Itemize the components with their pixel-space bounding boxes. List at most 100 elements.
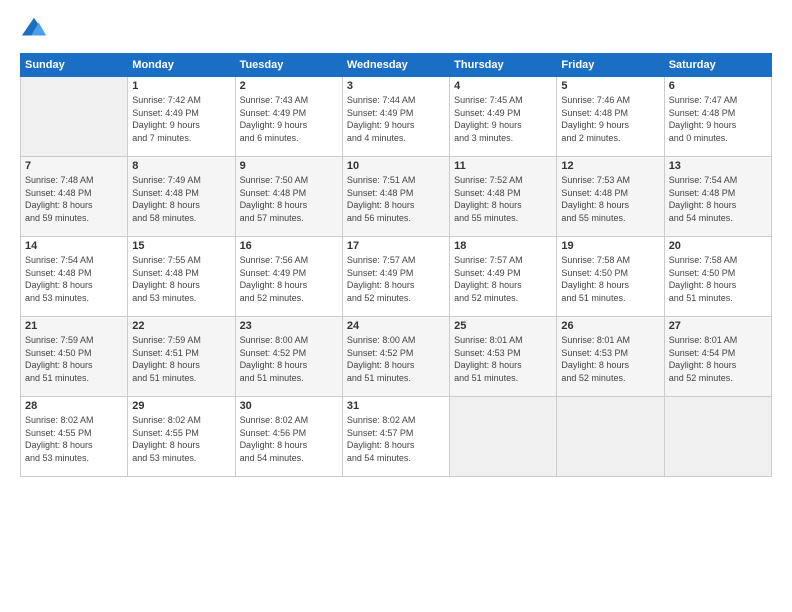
day-number: 27	[669, 320, 767, 332]
day-info: Sunrise: 7:51 AM Sunset: 4:48 PM Dayligh…	[347, 174, 445, 224]
day-cell: 27 Sunrise: 8:01 AM Sunset: 4:54 PM Dayli…	[664, 317, 771, 397]
day-number: 1	[132, 80, 230, 92]
day-number: 4	[454, 80, 552, 92]
day-cell: 20 Sunrise: 7:58 AM Sunset: 4:50 PM Dayli…	[664, 237, 771, 317]
day-info: Sunrise: 8:00 AM Sunset: 4:52 PM Dayligh…	[240, 334, 338, 384]
day-cell: 1 Sunrise: 7:42 AM Sunset: 4:49 PM Daylig…	[128, 77, 235, 157]
week-row: 21 Sunrise: 7:59 AM Sunset: 4:50 PM Dayli…	[21, 317, 772, 397]
logo-icon	[20, 15, 48, 43]
day-cell: 19Sunrise: 7:58 AM Sunset: 4:50 PM Dayli…	[557, 237, 664, 317]
day-cell: 22Sunrise: 7:59 AM Sunset: 4:51 PM Dayli…	[128, 317, 235, 397]
day-info: Sunrise: 8:02 AM Sunset: 4:55 PM Dayligh…	[132, 414, 230, 464]
day-info: Sunrise: 7:58 AM Sunset: 4:50 PM Dayligh…	[561, 254, 659, 304]
header-cell-thursday: Thursday	[450, 54, 557, 77]
day-number: 26	[561, 320, 659, 332]
day-number: 5	[561, 80, 659, 92]
day-info: Sunrise: 8:02 AM Sunset: 4:56 PM Dayligh…	[240, 414, 338, 464]
day-number: 17	[347, 240, 445, 252]
day-info: Sunrise: 7:59 AM Sunset: 4:50 PM Dayligh…	[25, 334, 123, 384]
week-row: 1 Sunrise: 7:42 AM Sunset: 4:49 PM Daylig…	[21, 77, 772, 157]
day-info: Sunrise: 7:58 AM Sunset: 4:50 PM Dayligh…	[669, 254, 767, 304]
day-cell: 16 Sunrise: 7:56 AM Sunset: 4:49 PM Dayli…	[235, 237, 342, 317]
day-info: Sunrise: 7:45 AM Sunset: 4:49 PM Dayligh…	[454, 94, 552, 144]
day-info: Sunrise: 7:56 AM Sunset: 4:49 PM Dayligh…	[240, 254, 338, 304]
day-number: 3	[347, 80, 445, 92]
calendar-header: SundayMondayTuesdayWednesdayThursdayFrid…	[21, 54, 772, 77]
day-number: 11	[454, 160, 552, 172]
day-number: 18	[454, 240, 552, 252]
day-number: 29	[132, 400, 230, 412]
week-row: 14Sunrise: 7:54 AM Sunset: 4:48 PM Dayli…	[21, 237, 772, 317]
day-cell: 11 Sunrise: 7:52 AM Sunset: 4:48 PM Dayli…	[450, 157, 557, 237]
day-number: 25	[454, 320, 552, 332]
day-number: 23	[240, 320, 338, 332]
day-info: Sunrise: 7:57 AM Sunset: 4:49 PM Dayligh…	[347, 254, 445, 304]
day-info: Sunrise: 7:53 AM Sunset: 4:48 PM Dayligh…	[561, 174, 659, 224]
header-cell-friday: Friday	[557, 54, 664, 77]
calendar-table: SundayMondayTuesdayWednesdayThursdayFrid…	[20, 53, 772, 477]
day-cell: 13 Sunrise: 7:54 AM Sunset: 4:48 PM Dayli…	[664, 157, 771, 237]
day-info: Sunrise: 8:01 AM Sunset: 4:53 PM Dayligh…	[561, 334, 659, 384]
day-info: Sunrise: 7:42 AM Sunset: 4:49 PM Dayligh…	[132, 94, 230, 144]
day-cell	[664, 397, 771, 477]
day-number: 30	[240, 400, 338, 412]
day-cell: 14Sunrise: 7:54 AM Sunset: 4:48 PM Dayli…	[21, 237, 128, 317]
day-cell: 21 Sunrise: 7:59 AM Sunset: 4:50 PM Dayli…	[21, 317, 128, 397]
day-number: 9	[240, 160, 338, 172]
day-info: Sunrise: 7:43 AM Sunset: 4:49 PM Dayligh…	[240, 94, 338, 144]
day-cell	[21, 77, 128, 157]
header-cell-sunday: Sunday	[21, 54, 128, 77]
day-cell: 9 Sunrise: 7:50 AM Sunset: 4:48 PM Daylig…	[235, 157, 342, 237]
day-cell: 2 Sunrise: 7:43 AM Sunset: 4:49 PM Daylig…	[235, 77, 342, 157]
day-info: Sunrise: 7:48 AM Sunset: 4:48 PM Dayligh…	[25, 174, 123, 224]
day-cell: 24Sunrise: 8:00 AM Sunset: 4:52 PM Dayli…	[342, 317, 449, 397]
header-cell-wednesday: Wednesday	[342, 54, 449, 77]
day-info: Sunrise: 7:54 AM Sunset: 4:48 PM Dayligh…	[669, 174, 767, 224]
day-cell: 23 Sunrise: 8:00 AM Sunset: 4:52 PM Dayli…	[235, 317, 342, 397]
header-cell-saturday: Saturday	[664, 54, 771, 77]
day-cell: 31Sunrise: 8:02 AM Sunset: 4:57 PM Dayli…	[342, 397, 449, 477]
day-info: Sunrise: 7:49 AM Sunset: 4:48 PM Dayligh…	[132, 174, 230, 224]
day-info: Sunrise: 7:54 AM Sunset: 4:48 PM Dayligh…	[25, 254, 123, 304]
calendar-body: 1 Sunrise: 7:42 AM Sunset: 4:49 PM Daylig…	[21, 77, 772, 477]
day-number: 2	[240, 80, 338, 92]
day-cell: 26 Sunrise: 8:01 AM Sunset: 4:53 PM Dayli…	[557, 317, 664, 397]
day-number: 24	[347, 320, 445, 332]
day-info: Sunrise: 7:57 AM Sunset: 4:49 PM Dayligh…	[454, 254, 552, 304]
day-info: Sunrise: 7:44 AM Sunset: 4:49 PM Dayligh…	[347, 94, 445, 144]
day-cell: 5Sunrise: 7:46 AM Sunset: 4:48 PM Daylig…	[557, 77, 664, 157]
day-cell	[557, 397, 664, 477]
header-cell-tuesday: Tuesday	[235, 54, 342, 77]
page-header	[20, 15, 772, 43]
day-number: 28	[25, 400, 123, 412]
day-info: Sunrise: 8:01 AM Sunset: 4:54 PM Dayligh…	[669, 334, 767, 384]
day-number: 21	[25, 320, 123, 332]
week-row: 28 Sunrise: 8:02 AM Sunset: 4:55 PM Dayli…	[21, 397, 772, 477]
day-cell: 6 Sunrise: 7:47 AM Sunset: 4:48 PM Daylig…	[664, 77, 771, 157]
day-info: Sunrise: 7:50 AM Sunset: 4:48 PM Dayligh…	[240, 174, 338, 224]
day-info: Sunrise: 7:55 AM Sunset: 4:48 PM Dayligh…	[132, 254, 230, 304]
day-cell: 4 Sunrise: 7:45 AM Sunset: 4:49 PM Daylig…	[450, 77, 557, 157]
header-cell-monday: Monday	[128, 54, 235, 77]
day-info: Sunrise: 8:01 AM Sunset: 4:53 PM Dayligh…	[454, 334, 552, 384]
day-number: 15	[132, 240, 230, 252]
day-info: Sunrise: 7:52 AM Sunset: 4:48 PM Dayligh…	[454, 174, 552, 224]
day-cell: 3 Sunrise: 7:44 AM Sunset: 4:49 PM Daylig…	[342, 77, 449, 157]
day-number: 13	[669, 160, 767, 172]
day-cell	[450, 397, 557, 477]
day-number: 6	[669, 80, 767, 92]
day-info: Sunrise: 8:02 AM Sunset: 4:57 PM Dayligh…	[347, 414, 445, 464]
day-cell: 28Sunrise: 8:02 AM Sunset: 4:55 PM Dayli…	[21, 397, 128, 477]
day-cell: 18 Sunrise: 7:57 AM Sunset: 4:49 PM Dayli…	[450, 237, 557, 317]
day-number: 20	[669, 240, 767, 252]
day-cell: 30 Sunrise: 8:02 AM Sunset: 4:56 PM Dayli…	[235, 397, 342, 477]
day-cell: 12 Sunrise: 7:53 AM Sunset: 4:48 PM Dayli…	[557, 157, 664, 237]
header-row: SundayMondayTuesdayWednesdayThursdayFrid…	[21, 54, 772, 77]
day-number: 16	[240, 240, 338, 252]
day-number: 10	[347, 160, 445, 172]
day-number: 12	[561, 160, 659, 172]
week-row: 7Sunrise: 7:48 AM Sunset: 4:48 PM Daylig…	[21, 157, 772, 237]
day-info: Sunrise: 7:47 AM Sunset: 4:48 PM Dayligh…	[669, 94, 767, 144]
day-number: 22	[132, 320, 230, 332]
day-cell: 10 Sunrise: 7:51 AM Sunset: 4:48 PM Dayli…	[342, 157, 449, 237]
